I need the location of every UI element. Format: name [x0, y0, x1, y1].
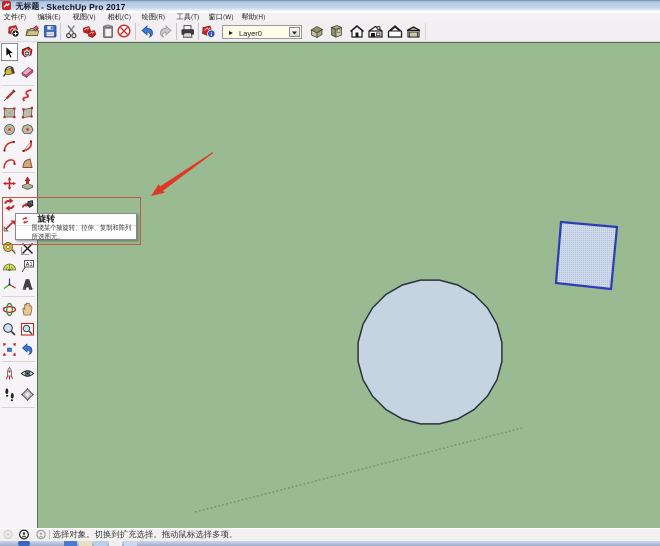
svg-text:A1: A1: [26, 262, 33, 268]
